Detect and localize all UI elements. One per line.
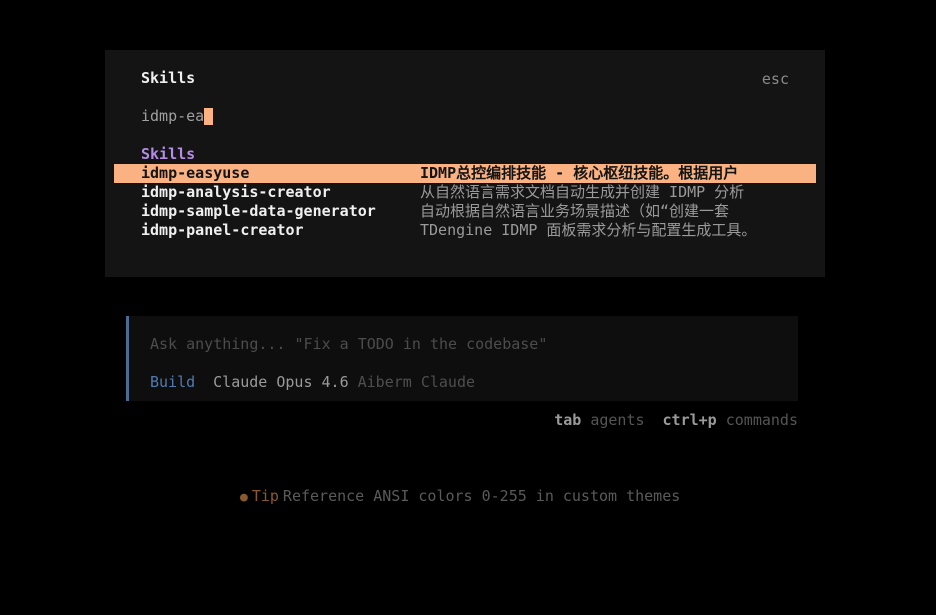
group-label: Skills — [141, 145, 196, 163]
text-cursor — [204, 108, 214, 125]
agent-mode[interactable]: Build — [150, 373, 195, 391]
skill-item-idmp-easyuse[interactable]: idmp-easyuse IDMP总控编排技能 - 核心枢纽技能。根据用户 — [114, 164, 816, 183]
skills-dialog: Skills esc idmp-ea Skills idmp-easyuse I… — [105, 50, 825, 277]
dialog-title: Skills — [141, 69, 196, 87]
tip-text: Reference ANSI colors 0-255 in custom th… — [282, 487, 681, 505]
skill-description: 从自然语言需求文档自动生成并创建 IDMP 分析 — [420, 183, 745, 201]
skill-item-idmp-panel-creator[interactable]: idmp-panel-creator TDengine IDMP 面板需求分析与… — [114, 221, 816, 240]
tip-label: Tip — [251, 487, 279, 505]
search-value: idmp-ea — [141, 107, 205, 125]
skill-item-idmp-sample-data-generator[interactable]: idmp-sample-data-generator 自动根据自然语言业务场景描… — [114, 202, 816, 221]
skill-search-input[interactable]: idmp-ea — [141, 107, 214, 126]
close-hint[interactable]: esc — [762, 70, 789, 89]
tip-line: ● Tip Reference ANSI colors 0-255 in custo… — [240, 487, 680, 507]
agents-hint-key: tab — [554, 411, 582, 429]
commands-hint-label: commands — [725, 411, 798, 429]
skill-list: idmp-easyuse IDMP总控编排技能 - 核心枢纽技能。根据用户 id… — [114, 164, 816, 240]
prompt-box[interactable]: Ask anything... "Fix a TODO in the codeb… — [126, 316, 798, 401]
skill-item-idmp-analysis-creator[interactable]: idmp-analysis-creator 从自然语言需求文档自动生成并创建 I… — [114, 183, 816, 202]
prompt-meta: Build Claude Opus 4.6 Aiberm Claude — [150, 373, 475, 392]
skill-name: idmp-easyuse — [141, 164, 250, 182]
commands-hint-key: ctrl+p — [662, 411, 717, 429]
skill-description: 自动根据自然语言业务场景描述（如“创建一套 — [420, 202, 730, 220]
skill-name: idmp-panel-creator — [141, 221, 304, 239]
keyboard-hints: tab agents ctrl+p commands — [554, 411, 798, 430]
skill-name: idmp-sample-data-generator — [141, 202, 376, 220]
skill-description: TDengine IDMP 面板需求分析与配置生成工具。 — [420, 221, 757, 239]
agents-hint-label: agents — [590, 411, 645, 429]
skill-name: idmp-analysis-creator — [141, 183, 331, 201]
skill-description: IDMP总控编排技能 - 核心枢纽技能。根据用户 — [420, 164, 739, 182]
provider-name: Aiberm Claude — [357, 373, 476, 391]
model-name[interactable]: Claude Opus 4.6 — [213, 373, 348, 391]
tip-bullet-icon: ● — [240, 490, 248, 505]
prompt-input[interactable]: Ask anything... "Fix a TODO in the codeb… — [150, 335, 547, 354]
